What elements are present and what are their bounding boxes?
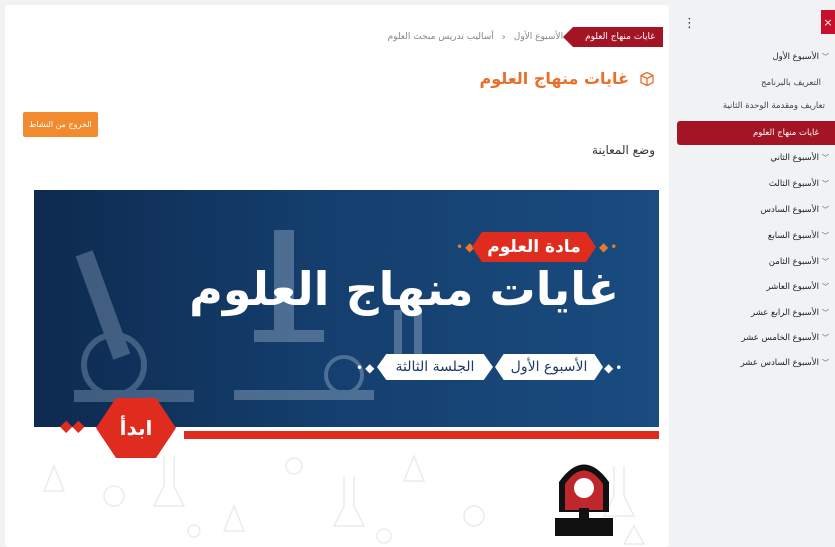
sidebar-item-label: الأسبوع الثالث [768,179,819,189]
week-chip: الأسبوع الأول [495,354,603,380]
subject-badge: مادة العلوم [472,232,596,262]
close-sidebar-button[interactable]: × [821,10,835,34]
breadcrumb-separator-icon: ‹ [501,31,506,43]
chevron-down-icon: ﹀ [822,206,829,214]
more-options-icon[interactable]: ⋮ [683,16,696,31]
sidebar-item-label: الأسبوع العاشر [766,282,819,292]
activity-banner[interactable]: •◆ مادة العلوم ◆• غايات منهاج العلوم ◆• … [34,190,659,547]
breadcrumb: أساليب تدريس مبحث العلوم ‹ الأسبوع الأول… [388,27,663,47]
breadcrumb-course[interactable]: أساليب تدريس مبحث العلوم [388,32,494,42]
sidebar-item-week-1[interactable]: ﹀ الأسبوع الأول [772,52,829,62]
sidebar-item-label: الأسبوع السادس [760,205,819,215]
banner-title: غايات منهاج العلوم [189,262,619,316]
sidebar-item-week-16[interactable]: ﹀ الأسبوع السادس عشر [741,358,829,368]
sidebar-item-label: الأسبوع الخامس عشر [741,333,819,343]
sidebar-item-label: الأسبوع السادس عشر [740,358,819,368]
sidebar-item-label: الأسبوع الرابع عشر [751,308,819,318]
preview-mode-label: وضع المعاينة [592,143,655,157]
sidebar-item-unit-two-intro[interactable]: تعاريف ومقدمة الوحدة الثانية [723,101,825,111]
sidebar-item-week-7[interactable]: ﹀ الأسبوع السابع [768,231,829,241]
sidebar-item-week-14[interactable]: ﹀ الأسبوع الرابع عشر [751,308,829,318]
chevron-down-icon: ﹀ [822,258,829,266]
breadcrumb-current: غايات منهاج العلوم [563,27,663,47]
chevron-down-icon: ﹀ [822,283,829,291]
sidebar-item-week-10[interactable]: ﹀ الأسبوع العاشر [766,282,829,292]
chevron-down-icon: ﹀ [822,334,829,342]
course-index-sidebar: ⋮ × ﹀ الأسبوع الأول التعريف بالبرنامج تع… [673,0,835,547]
page-title: غايات منهاج العلوم [479,69,655,88]
package-icon [640,71,654,86]
sidebar-item-week-6[interactable]: ﹀ الأسبوع السادس [761,205,829,215]
sidebar-item-label: تعاريف ومقدمة الوحدة الثانية [722,101,825,111]
sidebar-item-week-8[interactable]: ﹀ الأسبوع الثامن [769,257,829,267]
session-chip: الجلسة الثالثة [377,354,493,380]
dots-decoration: •◆ [356,361,377,375]
chevron-down-icon: ﹀ [822,154,829,162]
sidebar-item-week-15[interactable]: ﹀ الأسبوع الخامس عشر [741,333,829,343]
dots-decoration: ◆• [599,240,620,254]
chevron-down-icon: ﹀ [822,309,829,317]
sidebar-item-label: الأسبوع الثامن [768,257,819,267]
sidebar-item-label: غايات منهاج العلوم [752,128,819,138]
university-logo [555,464,613,536]
sidebar-item-science-goals[interactable]: غايات منهاج العلوم [677,121,835,145]
breadcrumb-week[interactable]: الأسبوع الأول [514,32,563,42]
main-content: أساليب تدريس مبحث العلوم ‹ الأسبوع الأول… [5,5,669,547]
chevron-down-icon: ﹀ [822,232,829,240]
exit-activity-button[interactable]: الخروج من النشاط [23,112,98,137]
sidebar-item-label: الأسبوع الأول [772,52,819,62]
chevron-down-icon: ﹀ [822,359,829,367]
sidebar-item-week-2[interactable]: ﹀ الأسبوع الثاني [770,153,829,163]
sidebar-item-program-intro[interactable]: التعريف بالبرنامج [761,78,821,88]
chevron-down-icon: ﹀ [822,53,829,61]
dots-decoration: ◆◆ [60,416,85,435]
chevron-down-icon: ﹀ [822,180,829,188]
dots-decoration: ◆• [604,361,625,375]
page-title-text: غايات منهاج العلوم [479,69,629,88]
sidebar-item-label: التعريف بالبرنامج [761,78,821,88]
sidebar-item-label: الأسبوع الثاني [770,153,819,163]
banner-header: •◆ مادة العلوم ◆• غايات منهاج العلوم ◆• … [34,190,659,427]
sidebar-item-week-3[interactable]: ﹀ الأسبوع الثالث [769,179,829,189]
sidebar-item-label: الأسبوع السابع [767,231,819,241]
